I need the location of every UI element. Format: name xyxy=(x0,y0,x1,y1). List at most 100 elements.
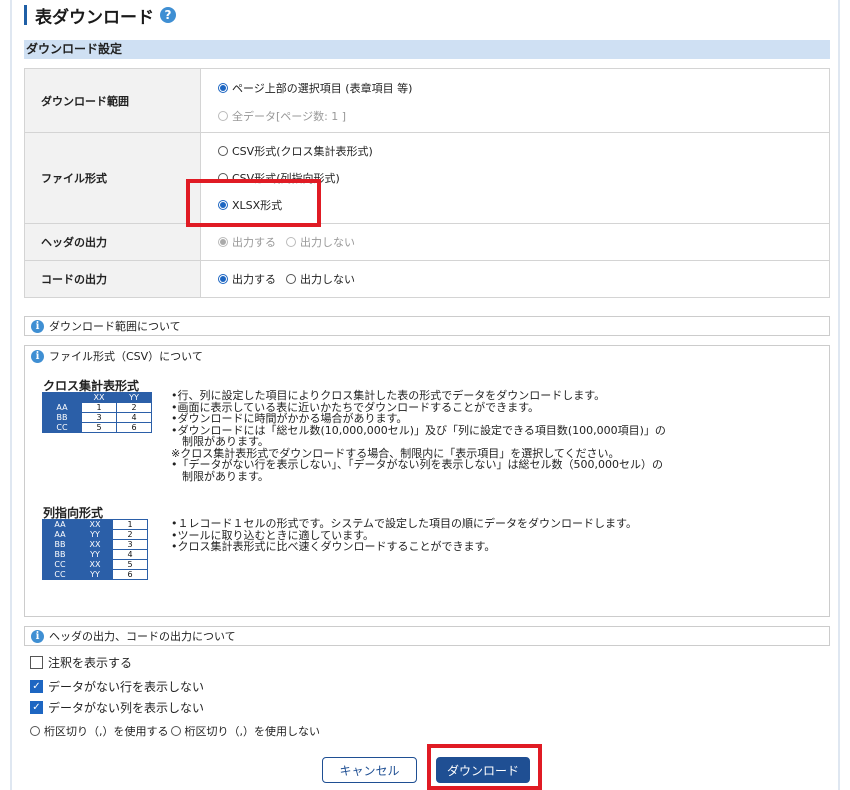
sample-row: AA 1 2 xyxy=(42,402,152,413)
info-bar-csv[interactable]: i ファイル形式（CSV）について xyxy=(25,346,829,366)
sample-value-cell: 5 xyxy=(112,559,148,570)
separator-use-radio[interactable] xyxy=(30,726,40,736)
range-option-selected[interactable]: ページ上部の選択項目 (表章項目 等) xyxy=(218,73,828,103)
sample-key-cell: CC xyxy=(42,559,78,570)
sample-row: CC 5 6 xyxy=(42,422,152,433)
sample-key-cell: AA xyxy=(42,529,78,540)
hide-empty-rows-checkbox-row[interactable]: ✓ データがない行を表示しない xyxy=(30,678,204,694)
sample-key-cell: AA xyxy=(42,519,78,530)
cross-format-description: •行、列に設定した項目によりクロス集計した表の形式でデータをダウンロードします。… xyxy=(171,390,666,482)
sample-value-cell: 2 xyxy=(116,402,152,413)
frame-right-border xyxy=(838,0,840,790)
description-line: •クロス集計表形式に比べ速くダウンロードすることができます。 xyxy=(171,540,496,553)
radio-label: 全データ[ページ数: 1 ] xyxy=(232,109,347,123)
settings-row-header-output: ヘッダの出力 出力する 出力しない xyxy=(24,223,830,261)
hide-empty-rows-checkbox[interactable]: ✓ xyxy=(30,679,43,693)
sample-header-cell: XX xyxy=(81,392,117,403)
sample-key-cell: CC xyxy=(42,569,78,580)
code-output-yes-radio[interactable] xyxy=(218,274,228,284)
sample-value-cell: 1 xyxy=(112,519,148,530)
separator-options: 桁区切り（,）を使用する 桁区切り（,）を使用しない xyxy=(30,723,320,739)
radio-label: ページ上部の選択項目 (表章項目 等) xyxy=(232,81,413,95)
separator-none-radio[interactable] xyxy=(170,726,181,736)
header-output-options: 出力する 出力しない xyxy=(218,227,828,257)
radio-button-disabled xyxy=(218,237,228,247)
settings-table: ダウンロード範囲 ページ上部の選択項目 (表章項目 等) 全データ[ページ数: … xyxy=(24,68,830,298)
sample-key-cell: YY xyxy=(77,569,113,580)
sample-row: AA YY 2 xyxy=(42,529,148,540)
sample-key-cell: XX xyxy=(77,559,113,570)
info-bar-range[interactable]: i ダウンロード範囲について xyxy=(24,316,830,336)
description-line: •行、列に設定した項目によりクロス集計した表の形式でデータをダウンロードします。 xyxy=(171,389,606,402)
description-line: 制限があります。 xyxy=(171,469,269,483)
help-icon[interactable]: ? xyxy=(160,7,176,23)
separator-use-label[interactable]: 桁区切り（,）を使用する xyxy=(44,723,169,739)
sample-key-cell: XX xyxy=(77,519,113,530)
settings-row-code-output: コードの出力 出力する 出力しない xyxy=(24,260,830,298)
title-accent-bar xyxy=(24,5,27,25)
description-line: •ダウンロードに時間がかかる場合があります。 xyxy=(171,412,408,425)
radio-button[interactable] xyxy=(218,146,228,156)
sample-value-cell: 3 xyxy=(81,412,117,423)
sample-value-cell: 4 xyxy=(112,549,148,560)
page-header: 表ダウンロード ? xyxy=(24,4,176,28)
code-output-label: コードの出力 xyxy=(24,260,201,298)
highlight-box-xlsx xyxy=(186,179,321,227)
info-csv-title: ファイル形式（CSV）について xyxy=(49,350,203,363)
description-line: 制限があります。 xyxy=(171,435,269,448)
sample-row: BB 3 4 xyxy=(42,412,152,423)
sample-header-cell xyxy=(42,392,82,403)
radio-button-disabled xyxy=(218,110,228,121)
sample-row-header-cell: CC xyxy=(42,422,82,433)
code-output-no-label[interactable]: 出力しない xyxy=(300,271,355,287)
frame-left-border xyxy=(10,0,12,790)
sample-key-cell: XX xyxy=(77,539,113,550)
sample-row: AA XX 1 xyxy=(42,519,148,530)
info-output-title: ヘッダの出力、コードの出力について xyxy=(49,630,236,643)
sample-header-row: XX YY xyxy=(42,392,152,403)
sample-value-cell: 5 xyxy=(81,422,117,433)
sample-value-cell: 2 xyxy=(112,529,148,540)
annotation-checkbox-row[interactable]: 注釈を表示する xyxy=(30,654,132,670)
highlight-box-download xyxy=(427,744,542,790)
section-header-download-settings: ダウンロード設定 xyxy=(24,40,830,59)
sample-value-cell: 1 xyxy=(81,402,117,413)
sample-key-cell: BB xyxy=(42,539,78,550)
hide-empty-cols-label[interactable]: データがない列を表示しない xyxy=(48,699,204,716)
column-format-sample-table: AA XX 1 AA YY 2 BB XX 3 BB YY 4 CC XX 5 CC YY 6 xyxy=(42,519,148,580)
cross-format-sample-table: XX YY AA 1 2 BB 3 4 CC 5 6 xyxy=(42,392,152,433)
format-label: ファイル形式 xyxy=(24,132,201,224)
sample-key-cell: BB xyxy=(42,549,78,560)
sample-value-cell: 6 xyxy=(112,569,148,580)
sample-header-cell: YY xyxy=(116,392,152,403)
annotation-checkbox[interactable] xyxy=(30,655,43,669)
info-icon: i xyxy=(31,349,44,363)
info-bar-output[interactable]: i ヘッダの出力、コードの出力について xyxy=(24,626,830,646)
hide-empty-cols-checkbox-row[interactable]: ✓ データがない列を表示しない xyxy=(30,699,204,715)
sample-value-cell: 3 xyxy=(112,539,148,550)
hide-empty-cols-checkbox[interactable]: ✓ xyxy=(30,700,43,714)
format-option-csv-cross[interactable]: CSV形式(クロス集計表形式) xyxy=(218,138,828,165)
sample-row: BB YY 4 xyxy=(42,549,148,560)
cancel-button[interactable]: キャンセル xyxy=(322,757,417,783)
hide-empty-rows-label[interactable]: データがない行を表示しない xyxy=(48,678,204,695)
header-output-label: ヘッダの出力 xyxy=(24,223,201,261)
settings-row-range: ダウンロード範囲 ページ上部の選択項目 (表章項目 等) 全データ[ページ数: … xyxy=(24,68,830,133)
annotation-label[interactable]: 注釈を表示する xyxy=(48,654,132,671)
info-icon: i xyxy=(31,319,44,333)
range-option-all: 全データ[ページ数: 1 ] xyxy=(218,103,828,129)
sample-row: CC YY 6 xyxy=(42,569,148,580)
range-label: ダウンロード範囲 xyxy=(24,68,201,133)
code-output-yes-label[interactable]: 出力する xyxy=(232,271,276,287)
code-output-options: 出力する 出力しない xyxy=(218,264,828,294)
separator-none-label[interactable]: 桁区切り（,）を使用しない xyxy=(185,723,321,739)
sample-row: BB XX 3 xyxy=(42,539,148,550)
column-format-description: •１レコード１セルの形式です。システムで設定した項目の順にデータをダウンロードし… xyxy=(171,518,637,553)
code-output-no-radio[interactable] xyxy=(286,274,296,284)
header-output-no-label: 出力しない xyxy=(300,236,355,249)
radio-button-disabled xyxy=(286,237,296,247)
radio-label: CSV形式(クロス集計表形式) xyxy=(232,145,373,158)
sample-key-cell: YY xyxy=(77,549,113,560)
sample-row: CC XX 5 xyxy=(42,559,148,570)
radio-button[interactable] xyxy=(218,82,228,93)
